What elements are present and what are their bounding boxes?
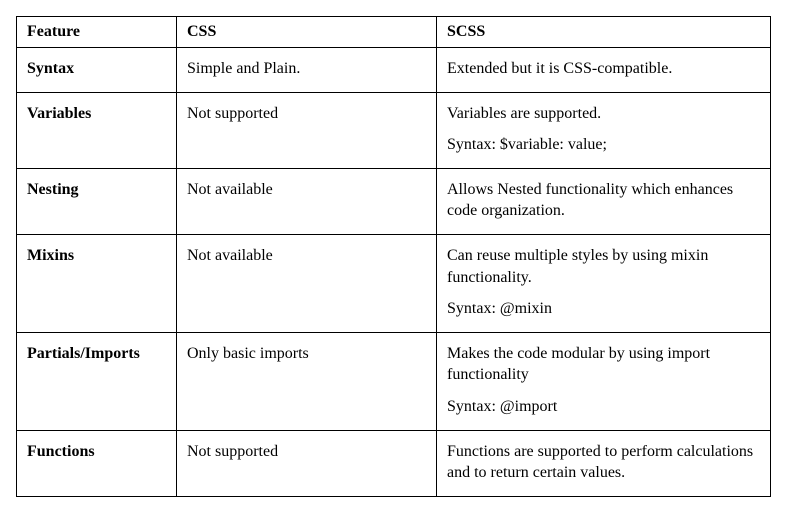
feature-cell: Partials/Imports [17, 332, 177, 430]
css-cell: Not supported [177, 92, 437, 168]
feature-cell: Variables [17, 92, 177, 168]
css-cell: Simple and Plain. [177, 48, 437, 93]
table-row: Syntax Simple and Plain. Extended but it… [17, 48, 771, 93]
table-header-row: Feature CSS SCSS [17, 17, 771, 48]
feature-cell: Mixins [17, 234, 177, 332]
css-cell: Not supported [177, 430, 437, 496]
table-row: Partials/Imports Only basic imports Make… [17, 332, 771, 430]
header-css: CSS [177, 17, 437, 48]
header-feature: Feature [17, 17, 177, 48]
feature-cell: Nesting [17, 168, 177, 234]
comparison-table: Feature CSS SCSS Syntax Simple and Plain… [16, 16, 771, 497]
css-cell: Not available [177, 168, 437, 234]
header-scss: SCSS [437, 17, 771, 48]
css-cell: Not available [177, 234, 437, 332]
table-row: Functions Not supported Functions are su… [17, 430, 771, 496]
scss-cell: Makes the code modular by using import f… [437, 332, 771, 430]
feature-cell: Functions [17, 430, 177, 496]
table-row: Nesting Not available Allows Nested func… [17, 168, 771, 234]
scss-cell: Extended but it is CSS-compatible. [437, 48, 771, 93]
feature-cell: Syntax [17, 48, 177, 93]
scss-cell: Can reuse multiple styles by using mixin… [437, 234, 771, 332]
scss-cell: Variables are supported. Syntax: $variab… [437, 92, 771, 168]
table-row: Variables Not supported Variables are su… [17, 92, 771, 168]
css-cell: Only basic imports [177, 332, 437, 430]
scss-cell: Allows Nested functionality which enhanc… [437, 168, 771, 234]
scss-cell: Functions are supported to perform calcu… [437, 430, 771, 496]
table-row: Mixins Not available Can reuse multiple … [17, 234, 771, 332]
